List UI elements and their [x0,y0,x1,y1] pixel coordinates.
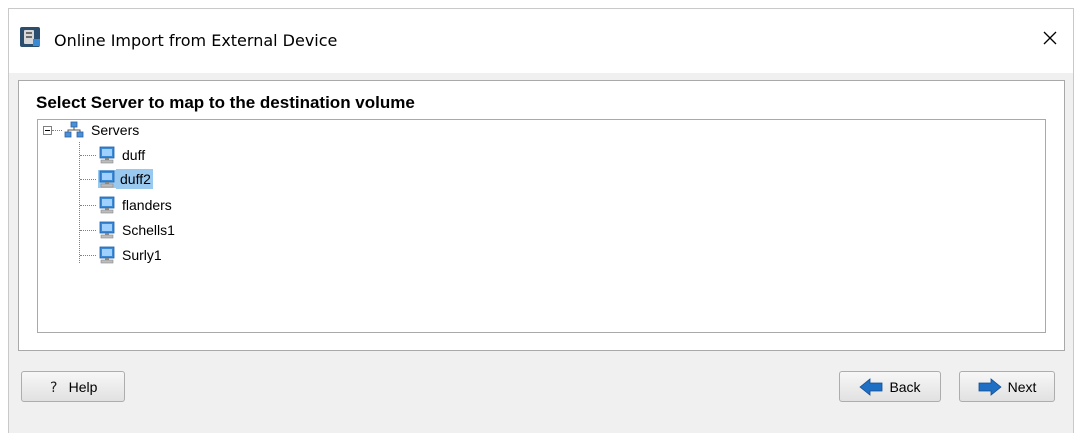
svg-text:?: ? [50,380,57,395]
tree-node-duff2[interactable]: duff2 [98,169,153,189]
servers-network-icon [64,121,84,138]
tree-connector [80,255,96,256]
back-button[interactable]: Back [839,371,941,402]
window-title: Online Import from External Device [54,31,338,50]
close-icon [1043,31,1057,45]
tree-connector [52,130,62,131]
next-button-label: Next [1007,378,1037,395]
tree-root-servers[interactable]: Servers [64,120,141,140]
help-button[interactable]: ? Help [21,371,125,402]
help-question-icon: ? [50,380,57,395]
content-panel: Select Server to map to the destination … [18,80,1065,351]
tree-connector [80,230,96,231]
tree-node-surly1[interactable]: Surly1 [98,245,164,265]
import-dialog: Online Import from External Device Selec… [8,8,1074,433]
tree-connector [80,205,96,206]
next-button[interactable]: Next [959,371,1055,402]
help-button-label: Help [68,378,98,395]
arrow-left-icon [859,377,883,396]
computer-icon [98,170,116,188]
tree-node-label: Surly1 [122,247,162,263]
tree-node-label: duff2 [116,169,153,189]
tree-connector [79,142,80,263]
title-bar: Online Import from External Device [9,9,1073,73]
tree-node-schells1[interactable]: Schells1 [98,220,177,240]
app-icon [20,27,40,47]
tree-node-flanders[interactable]: flanders [98,195,174,215]
tree-connector [80,155,96,156]
tree-node-label: Schells1 [122,222,175,238]
computer-icon [99,246,115,264]
server-tree[interactable]: Servers duff duff2 flanders Schells1 Sur… [37,119,1046,333]
tree-node-label: duff [122,147,146,163]
close-button[interactable] [1027,21,1073,55]
collapse-toggle[interactable] [43,126,52,135]
tree-root-label: Servers [91,122,140,138]
tree-node-duff[interactable]: duff [98,145,147,165]
tree-node-label: flanders [122,197,172,213]
page-heading: Select Server to map to the destination … [36,93,415,112]
back-button-label: Back [889,378,921,395]
arrow-right-icon [978,377,1002,396]
computer-icon [99,146,115,164]
computer-icon [99,196,115,214]
computer-icon [99,221,115,239]
tree-connector [80,179,96,180]
